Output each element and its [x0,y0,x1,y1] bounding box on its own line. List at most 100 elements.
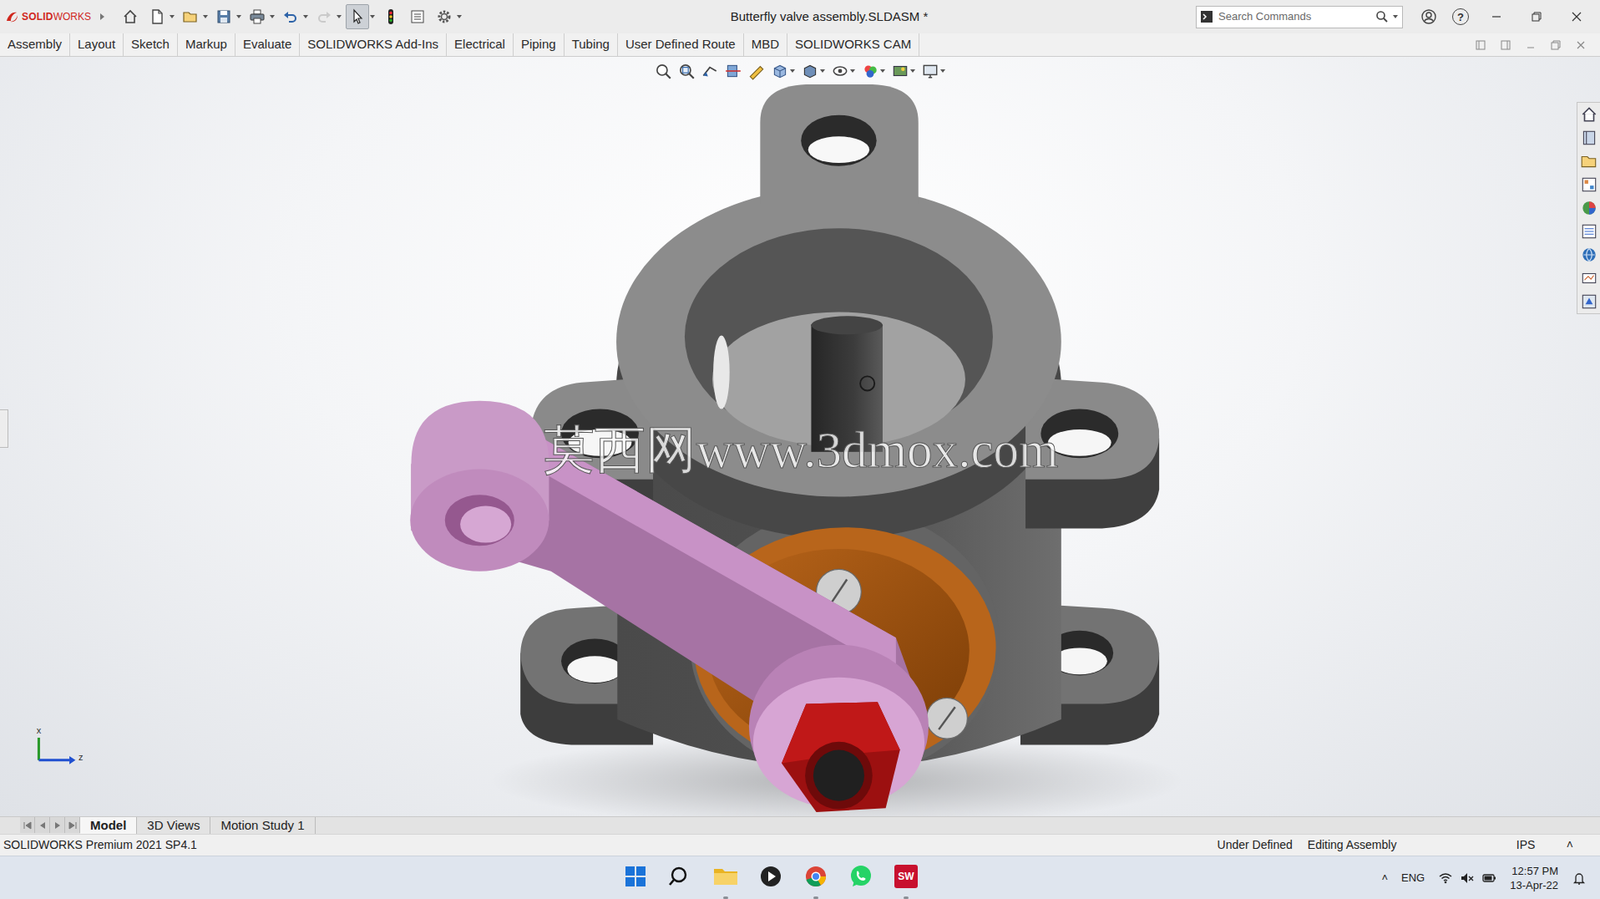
hide-show-items-caret-icon[interactable] [849,68,856,74]
select-menu-caret-icon[interactable] [369,14,376,20]
ribbon-tab[interactable]: Markup [177,33,236,56]
help-button[interactable]: ? [1448,4,1474,30]
solidworks-logo[interactable]: SOLIDWORKS [0,9,99,25]
previous-view-button[interactable] [700,61,719,81]
appearances-icon[interactable] [1579,198,1599,218]
select-button[interactable] [345,4,370,30]
search-app[interactable] [661,856,700,896]
ribbon-tab[interactable]: Piping [513,33,565,56]
3d-model-canvas[interactable]: 莫西网www.3dmox.comxz [0,56,1600,816]
model-view-tab[interactable]: Motion Study 1 [210,816,315,834]
ribbon-tab[interactable]: MBD [744,33,788,56]
media-app[interactable] [751,856,790,896]
ribbon-tab[interactable]: User Defined Route [617,33,745,56]
notifications-icon[interactable] [1571,870,1587,886]
search-options-caret-icon[interactable] [1392,14,1399,20]
feature-manager-handle[interactable] [0,409,9,448]
ribbon-tab[interactable]: Evaluate [235,33,300,56]
solidworks-resources-icon[interactable] [1579,105,1599,124]
save-button[interactable] [212,4,236,30]
apply-scene-button[interactable] [891,61,917,81]
doc-minimize-icon[interactable] [1524,39,1537,51]
display-style-button[interactable] [800,61,826,81]
status-toggle[interactable]: ˄ [1566,835,1594,854]
custom-properties-icon[interactable] [1579,222,1599,241]
community-forum-icon[interactable] [1579,245,1599,264]
doc-restore-icon[interactable] [1549,39,1562,51]
start-app[interactable] [616,856,655,896]
section-view-button[interactable] [724,61,743,81]
open-button[interactable] [178,4,203,30]
model-view-tab[interactable]: Model [80,816,137,834]
options-menu-caret-icon[interactable] [455,14,463,20]
view-orientation-caret-icon[interactable] [789,68,796,74]
view-settings-caret-icon[interactable] [939,68,947,74]
quick-settings[interactable] [1437,870,1497,886]
explorer-app[interactable] [706,856,745,896]
search-icon[interactable] [1375,10,1389,24]
status-item[interactable]: IPS [1516,835,1567,854]
chrome-taskbar-button[interactable] [796,856,836,899]
ribbon-tab[interactable]: SOLIDWORKS CAM [787,33,920,56]
whatsapp-app[interactable] [841,856,881,896]
design-library-icon[interactable] [1579,128,1599,147]
hide-show-items-button[interactable] [830,61,856,81]
view-palette-icon[interactable] [1579,175,1599,194]
tile-right-icon[interactable] [1499,39,1512,51]
print-button[interactable] [245,4,269,30]
explorer-taskbar-button[interactable] [706,856,745,899]
apply-scene-caret-icon[interactable] [909,68,917,74]
input-language[interactable]: ENG [1401,869,1425,887]
undo-button[interactable] [278,4,303,30]
file-explorer-icon[interactable] [1579,151,1599,171]
doc-close-icon[interactable] [1574,39,1587,51]
start-taskbar-button[interactable] [616,856,655,899]
media-taskbar-button[interactable] [751,856,790,899]
ribbon-tab[interactable]: Sketch [123,33,178,56]
flyout-arrow-icon[interactable] [98,12,106,21]
redo-menu-caret-icon[interactable] [335,14,343,20]
edit-appearance-button[interactable] [860,61,887,81]
search-input[interactable] [1216,7,1373,26]
top-flange[interactable] [530,84,1160,539]
ribbon-tab[interactable]: Tubing [564,33,618,56]
search-taskbar-button[interactable] [661,856,700,899]
tile-left-icon[interactable] [1474,39,1487,51]
save-menu-caret-icon[interactable] [235,14,243,20]
ribbon-tab[interactable]: Layout [70,33,124,56]
whatsapp-taskbar-button[interactable] [841,856,881,899]
hidden-icons-button[interactable]: ˄ [1381,869,1388,887]
solidworks-app[interactable]: SW [886,856,926,896]
model-view-tab[interactable]: 3D Views [136,816,211,834]
minimize-button[interactable] [1479,8,1514,26]
ribbon-tab[interactable]: Assembly [0,33,71,56]
edit-appearance-caret-icon[interactable] [879,68,887,74]
ribbon-tab[interactable]: SOLIDWORKS Add-Ins [299,33,447,56]
zoom-to-fit-button[interactable] [653,61,673,81]
previous-tab-button[interactable] [35,816,51,833]
graphics-area[interactable]: 莫西网www.3dmox.comxz [0,56,1600,816]
new-menu-caret-icon[interactable] [168,14,176,20]
motion-manager-icon[interactable] [1579,268,1599,288]
undo-menu-caret-icon[interactable] [302,14,309,20]
ribbon-tab[interactable]: Electrical [446,33,514,56]
print-menu-caret-icon[interactable] [268,14,276,20]
restore-button[interactable] [1519,8,1554,26]
rebuild-button[interactable] [379,4,403,30]
open-menu-caret-icon[interactable] [202,14,209,20]
clock[interactable]: 12:57 PM13-Apr-22 [1509,863,1559,892]
hex-nut[interactable] [781,701,901,812]
options-button[interactable] [432,4,456,30]
solidworks-taskbar-button[interactable]: SW [886,856,926,899]
last-tab-button[interactable] [65,816,81,833]
first-tab-button[interactable] [20,816,36,833]
search-box[interactable] [1195,5,1403,29]
home-button[interactable] [118,4,142,30]
dynamic-annotation-button[interactable] [747,61,766,81]
3d-contentcentral-icon[interactable] [1579,292,1599,311]
zoom-area-button[interactable] [677,61,696,81]
next-tab-button[interactable] [50,816,66,833]
chrome-app[interactable] [796,856,836,896]
user-button[interactable] [1416,4,1442,30]
fileprops-button[interactable] [405,4,430,30]
